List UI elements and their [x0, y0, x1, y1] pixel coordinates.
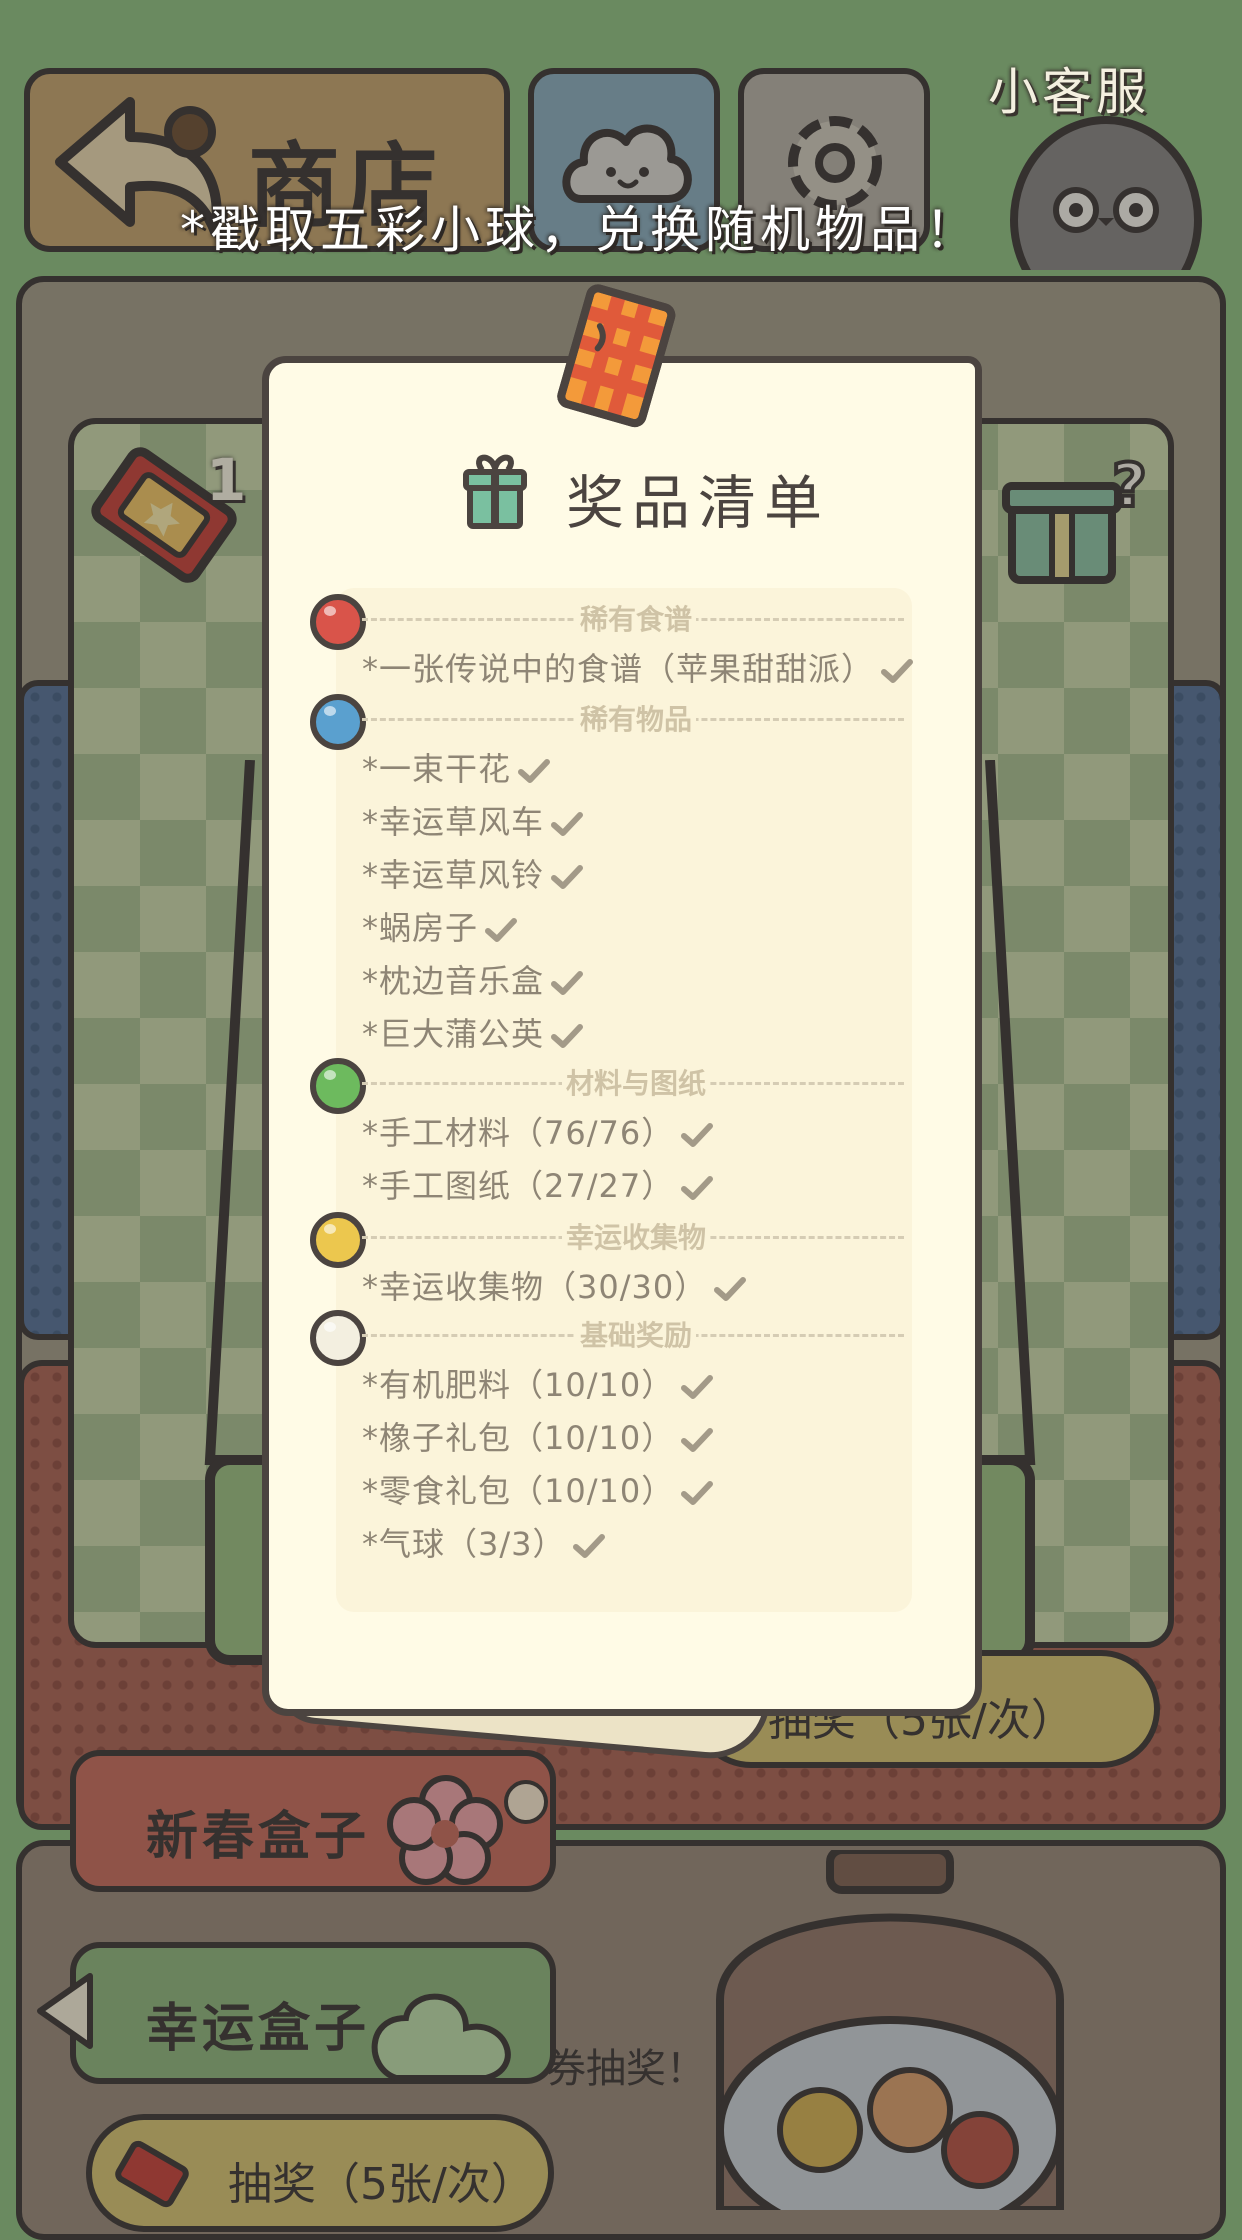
prize-item-label: *幸运草风铃 [362, 856, 545, 894]
check-icon [681, 1176, 714, 1200]
prize-item-label: *气球（3/3） [362, 1525, 566, 1563]
prize-item-label: *一束干花 [362, 750, 512, 788]
prize-item: *巨大蒲公英 [362, 1009, 584, 1055]
prize-item: *幸运草风车 [362, 797, 584, 843]
section-title: 基础奖励 [576, 1314, 697, 1354]
draw-button-lower[interactable]: 抽奖（5张/次） [86, 2114, 554, 2232]
prize-item-label: *蜗房子 [362, 909, 479, 947]
check-icon [551, 971, 584, 995]
penguin-avatar-icon [1010, 116, 1202, 270]
prize-item: *气球（3/3） [362, 1519, 606, 1565]
prize-item-label: *手工图纸（27/27） [362, 1167, 675, 1205]
check-icon [681, 1481, 714, 1505]
check-icon [681, 1123, 714, 1147]
modal-title: 奖品清单 [566, 469, 831, 537]
tab-lucky-box[interactable]: 幸运盒子 [70, 1942, 556, 2084]
mystery-gift-icon[interactable]: ? [1000, 448, 1150, 588]
prize-item: *幸运收集物（30/30） [362, 1262, 747, 1308]
check-icon [518, 759, 551, 783]
check-icon [881, 659, 914, 683]
prize-item: *幸运草风铃 [362, 850, 584, 896]
check-icon [551, 1024, 584, 1048]
prize-item: *手工材料（76/76） [362, 1108, 714, 1154]
clover-icon [371, 1993, 511, 2081]
customer-service-label[interactable]: 小客服 [988, 52, 1150, 124]
section-title: 稀有物品 [576, 698, 697, 738]
prize-item: *枕边音乐盒 [362, 956, 584, 1002]
prize-item-label: *幸运收集物（30/30） [362, 1268, 708, 1306]
svg-text:?: ? [1112, 451, 1147, 521]
check-icon [681, 1428, 714, 1452]
tab-spring-box[interactable]: 新春盒子 [70, 1750, 556, 1892]
prize-item-label: *橡子礼包（10/10） [362, 1419, 675, 1457]
prize-item: *有机肥料（10/10） [362, 1360, 714, 1406]
section-ball-icon [310, 1310, 366, 1366]
prize-item: *蜗房子 [362, 903, 518, 949]
prize-item-label: *枕边音乐盒 [362, 962, 545, 1000]
section-ball-icon [310, 594, 366, 650]
section-ball-icon [310, 1058, 366, 1114]
instruction-banner: *戳取五彩小球，兑换随机物品！ [180, 201, 980, 259]
gumball-machine-icon [716, 1850, 1064, 2210]
prize-item: *橡子礼包（10/10） [362, 1413, 714, 1459]
ticket-icon [115, 2140, 189, 2208]
check-icon [681, 1375, 714, 1399]
pinned-ticket-icon [557, 284, 676, 428]
gift-box-icon [463, 454, 527, 529]
flower-icon [387, 1775, 548, 1885]
prize-item-label: *有机肥料（10/10） [362, 1366, 675, 1404]
section-ball-icon [310, 694, 366, 750]
prize-item-label: *幸运草风车 [362, 803, 545, 841]
prize-item: *零食礼包（10/10） [362, 1466, 714, 1512]
ticket-count: 1 [206, 446, 247, 514]
section-title: 材料与图纸 [562, 1062, 711, 1102]
prize-item-label: *零食礼包（10/10） [362, 1472, 675, 1510]
hint-text: 券抽奖！ [546, 2046, 706, 2092]
prize-item: *手工图纸（27/27） [362, 1161, 714, 1207]
prize-item: *一束干花 [362, 744, 551, 790]
check-icon [485, 918, 518, 942]
prize-item-label: *一张传说中的食谱（苹果甜甜派） [362, 650, 875, 688]
prize-item-label: *手工材料（76/76） [362, 1114, 675, 1152]
prize-item: *一张传说中的食谱（苹果甜甜派） [362, 644, 914, 690]
check-icon [551, 812, 584, 836]
check-icon [551, 865, 584, 889]
selected-arrow-icon [37, 1973, 93, 2049]
section-title: 幸运收集物 [562, 1216, 711, 1256]
check-icon [572, 1534, 605, 1558]
section-title: 稀有食谱 [576, 598, 697, 638]
prize-item-label: *巨大蒲公英 [362, 1015, 545, 1053]
check-icon [714, 1277, 747, 1301]
section-ball-icon [310, 1212, 366, 1268]
